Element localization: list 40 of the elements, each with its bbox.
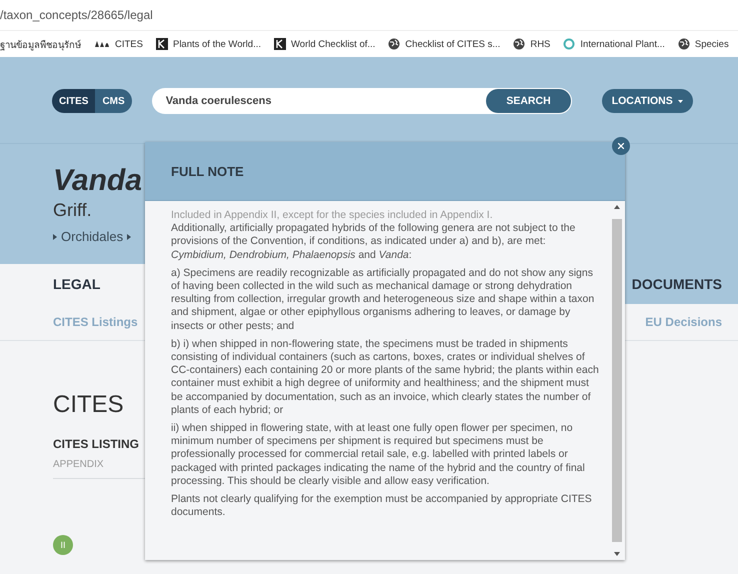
section-tab[interactable]: DOCUMENTS — [624, 264, 738, 304]
dialog-title: FULL NOTE — [171, 164, 244, 178]
toggle-option[interactable]: CMS — [95, 89, 132, 113]
note-text: Additionally, artificially propagated hybrids of the following genera are not subject to the provisions of the Convention, if conditions, as indicated under a) and b), are met: Cymbidium, Dendrobium, Phalaenopsis and Vanda: — [171, 222, 576, 262]
listing-heading: CITES LISTING — [53, 437, 140, 451]
bookmark[interactable]: World Checklist of... — [274, 38, 376, 50]
section-tab[interactable]: LEGAL — [0, 264, 116, 304]
search-field[interactable]: Vanda coerulescens SEARCH — [152, 88, 572, 114]
breadcrumb-link[interactable]: Orchidales — [61, 229, 124, 244]
note-text: ii) when shipped in flowering state, with at least one fully open flower per specimen, no minimum number of specimens per shipment is required but specimens must be professionally processed for commercial retail sale, e.g. labelled with printed labels or packaged with printed packages indicating the name of the hybrid and the country of final processing. This should be clearly visible and allow easy verification. — [171, 422, 586, 488]
note-text: b) i) when shipped in non-flowering state, the specimens must be traded in shipments consisting of individual containers (such as cartons, boxes, crates or individual shelves of CC-containers) each containing 20 or more plants of the same hybrid; the plants within each container must exhibit a high degree of uniformity and healthiness; and the shipment must be accompanied by documentation, such as an invoice, which clearly states the number of plants of each hybrid; or — [171, 338, 600, 418]
note-text: Plants not clearly qualifying for the exemption must be accompanied by appropriate CITES documents. — [171, 493, 593, 520]
ring-icon — [563, 38, 576, 50]
note-text: a) Specimens are readily recognizable as artificially propagated and do not show any signs of having been collected in the wild such as mechanical damage or strong dehydration resulting from collection, irregular growth and heterogeneous size and shape within a taxon and shipment, algae or other epiphyllous organisms adhering to leaves, or damage by insects or other pests; and — [171, 266, 596, 333]
section-title: CITES — [53, 391, 124, 419]
bookmark[interactable]: CITES — [94, 38, 143, 50]
close-icon — [618, 143, 624, 149]
bookmark[interactable]: Plants of the World... — [156, 38, 261, 50]
toggle-option[interactable]: CITES — [52, 89, 96, 113]
k-logo-icon — [274, 38, 286, 50]
bullet-icon — [53, 234, 57, 240]
animal-logo-icon — [94, 39, 110, 49]
taxon-author: Griff. — [53, 200, 92, 221]
bullet-icon — [127, 234, 132, 240]
address-bar[interactable]: /taxon_concepts/28665/legal — [0, 0, 738, 31]
bookmark[interactable]: Checklist of CITES s... — [388, 38, 500, 50]
taxon-name: Vanda — [53, 164, 142, 198]
caret-icon — [678, 100, 683, 102]
bookmark[interactable]: International Plant... — [563, 38, 665, 50]
search-button[interactable]: SEARCH — [486, 89, 571, 113]
k-logo-icon — [156, 38, 168, 50]
note-text: Included in Appendix II, except for the species included in Appendix I. — [171, 209, 494, 222]
bookmark[interactable]: ฐานข้อมูลพืชอนุรักษ์ — [0, 36, 81, 52]
locations-dropdown[interactable]: LOCATIONS — [602, 89, 693, 113]
scrollbar[interactable] — [612, 205, 622, 556]
bookmark[interactable]: Species — [678, 38, 729, 50]
scroll-down-icon — [614, 552, 620, 556]
scroll-up-icon — [614, 205, 620, 209]
appendix-badge: II — [53, 535, 73, 555]
bookmark[interactable]: RHS — [513, 38, 550, 50]
